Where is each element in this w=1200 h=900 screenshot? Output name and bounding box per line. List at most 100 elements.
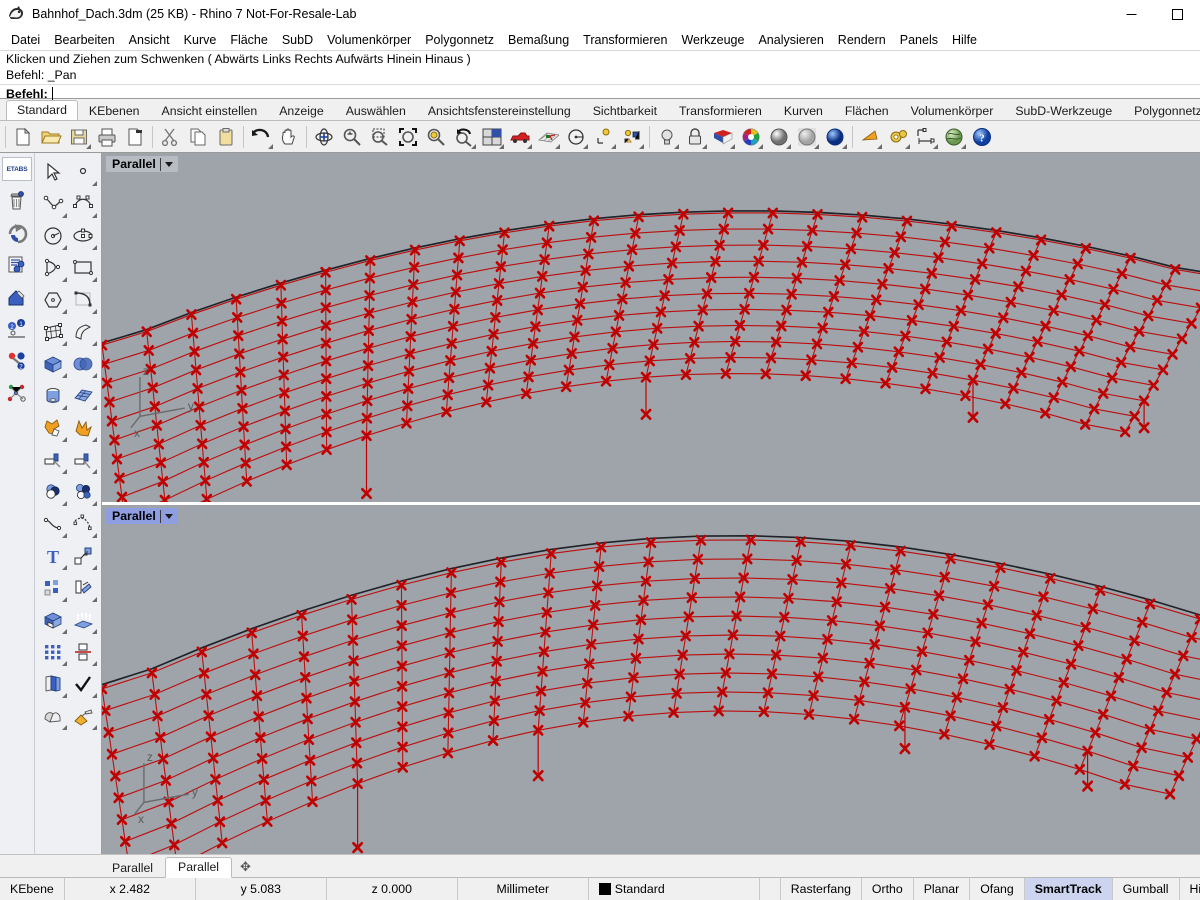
rotate-view-icon[interactable] xyxy=(311,124,337,150)
menu-analysieren[interactable]: Analysieren xyxy=(751,31,830,49)
view-tab-parallel-1[interactable]: Parallel xyxy=(100,859,165,878)
maximize-button[interactable] xyxy=(1154,0,1200,28)
move-icon[interactable] xyxy=(68,541,98,571)
menu-hilfe[interactable]: Hilfe xyxy=(945,31,984,49)
circle-icon[interactable] xyxy=(38,221,68,251)
array-icon[interactable] xyxy=(38,573,68,603)
layer-color-icon[interactable] xyxy=(710,124,736,150)
open-folder-icon[interactable] xyxy=(38,124,64,150)
undo-arrow-icon[interactable] xyxy=(2,218,32,248)
chevron-down-icon[interactable] xyxy=(164,161,173,167)
viewport-top[interactable]: Parallel z y x xyxy=(102,153,1200,502)
properties-panel-icon[interactable] xyxy=(2,250,32,280)
zoom-selected-icon[interactable] xyxy=(423,124,449,150)
zoom-in-out-icon[interactable] xyxy=(339,124,365,150)
shaded-sphere-icon[interactable] xyxy=(766,124,792,150)
status-toggle-ofang[interactable]: Ofang xyxy=(970,878,1025,900)
menu-bemassung[interactable]: Bemaßung xyxy=(501,31,576,49)
tab-flaechen[interactable]: Flächen xyxy=(834,101,900,120)
globe-render-icon[interactable] xyxy=(941,124,967,150)
rectangle-icon[interactable] xyxy=(68,253,98,283)
boolean-union-icon[interactable] xyxy=(38,413,68,443)
menu-polygonnetz[interactable]: Polygonnetz xyxy=(418,31,501,49)
select-arrow-icon[interactable] xyxy=(38,157,68,187)
help-icon[interactable]: ? xyxy=(969,124,995,150)
point-numbering-icon[interactable]: 2 1 xyxy=(2,314,32,344)
menu-werkzeuge[interactable]: Werkzeuge xyxy=(674,31,751,49)
layer-panel-icon[interactable] xyxy=(38,669,68,699)
zoom-previous-icon[interactable] xyxy=(451,124,477,150)
rectangular-array-icon[interactable] xyxy=(38,637,68,667)
add-viewport-icon[interactable]: ✥ xyxy=(232,857,259,877)
offset-surface-icon[interactable] xyxy=(68,605,98,635)
ellipse-icon[interactable] xyxy=(68,221,98,251)
mesh-grid-icon[interactable] xyxy=(68,381,98,411)
flat-shade-icon[interactable] xyxy=(857,124,883,150)
etabs-logo[interactable]: ETABS xyxy=(2,157,32,181)
menu-subd[interactable]: SubD xyxy=(275,31,320,49)
menu-ansicht[interactable]: Ansicht xyxy=(122,31,177,49)
tab-subd-werkzeuge[interactable]: SubD-Werkzeuge xyxy=(1004,101,1123,120)
undo-icon[interactable] xyxy=(248,124,274,150)
viewport-bottom[interactable]: Parallel z y x xyxy=(102,502,1200,854)
mirror-icon[interactable] xyxy=(68,637,98,667)
status-layer[interactable]: Standard xyxy=(589,878,760,900)
gear-options-icon[interactable] xyxy=(885,124,911,150)
menu-kurve[interactable]: Kurve xyxy=(177,31,224,49)
surface-from-points-icon[interactable] xyxy=(38,317,68,347)
node-network-icon[interactable] xyxy=(2,378,32,408)
color-wheel-icon[interactable] xyxy=(738,124,764,150)
menu-rendern[interactable]: Rendern xyxy=(831,31,893,49)
menu-flaeche[interactable]: Fläche xyxy=(223,31,275,49)
new-file-icon[interactable] xyxy=(10,124,36,150)
chevron-down-icon[interactable] xyxy=(164,513,173,519)
tab-auswaehlen[interactable]: Auswählen xyxy=(335,101,417,120)
four-viewport-icon[interactable] xyxy=(479,124,505,150)
polygon-icon[interactable] xyxy=(38,285,68,315)
viewport-top-label[interactable]: Parallel xyxy=(106,156,178,172)
save-icon[interactable] xyxy=(66,124,92,150)
status-toggle-smarttrack[interactable]: SmartTrack xyxy=(1024,878,1113,900)
lock-icon[interactable] xyxy=(682,124,708,150)
home-build-icon[interactable] xyxy=(2,282,32,312)
ghosted-sphere-icon[interactable] xyxy=(794,124,820,150)
arc-icon[interactable] xyxy=(38,253,68,283)
lightbulb-icon[interactable] xyxy=(654,124,680,150)
status-toggle-planar[interactable]: Planar xyxy=(914,878,971,900)
circle-center-icon[interactable] xyxy=(563,124,589,150)
explode-icon[interactable] xyxy=(68,413,98,443)
boolean-intersect-icon[interactable] xyxy=(68,477,98,507)
sphere-boolean-icon[interactable] xyxy=(68,349,98,379)
tab-standard[interactable]: Standard xyxy=(6,100,78,120)
control-point-curve-icon[interactable] xyxy=(68,189,98,219)
boolean-difference-icon[interactable] xyxy=(38,477,68,507)
object-snap-icon[interactable] xyxy=(619,124,645,150)
status-toggle-historie[interactable]: Historie aufnehmen xyxy=(1180,878,1200,900)
status-units[interactable]: Millimeter xyxy=(458,878,589,900)
tab-anzeige[interactable]: Anzeige xyxy=(268,101,334,120)
delete-trash-icon[interactable] xyxy=(2,186,32,216)
zoom-extents-icon[interactable] xyxy=(395,124,421,150)
text-object-icon[interactable]: T xyxy=(38,541,68,571)
light-point-icon[interactable] xyxy=(591,124,617,150)
dimension-icon[interactable] xyxy=(913,124,939,150)
status-toggle-rasterfang[interactable]: Rasterfang xyxy=(781,878,862,900)
cut-scissors-icon[interactable] xyxy=(157,124,183,150)
menu-volumenkoerper[interactable]: Volumenkörper xyxy=(320,31,418,49)
polyline-icon[interactable] xyxy=(38,189,68,219)
copy-icon[interactable] xyxy=(185,124,211,150)
split-icon[interactable] xyxy=(68,445,98,475)
rendered-sphere-icon[interactable] xyxy=(822,124,848,150)
tab-ansichtsfenstereinstellung[interactable]: Ansichtsfenstereinstellung xyxy=(417,101,582,120)
menu-bearbeiten[interactable]: Bearbeiten xyxy=(47,31,121,49)
minimize-button[interactable] xyxy=(1108,0,1154,28)
tab-ansicht-einstellen[interactable]: Ansicht einstellen xyxy=(151,101,269,120)
cap-solid-icon[interactable] xyxy=(38,605,68,635)
curve-fillet-icon[interactable] xyxy=(68,285,98,315)
point-icon[interactable] xyxy=(68,157,98,187)
rotate-object-icon[interactable] xyxy=(68,573,98,603)
tab-kurven[interactable]: Kurven xyxy=(773,101,834,120)
viewport-bottom-label[interactable]: Parallel xyxy=(106,508,178,524)
menu-transformieren[interactable]: Transformieren xyxy=(576,31,674,49)
menu-panels[interactable]: Panels xyxy=(893,31,945,49)
